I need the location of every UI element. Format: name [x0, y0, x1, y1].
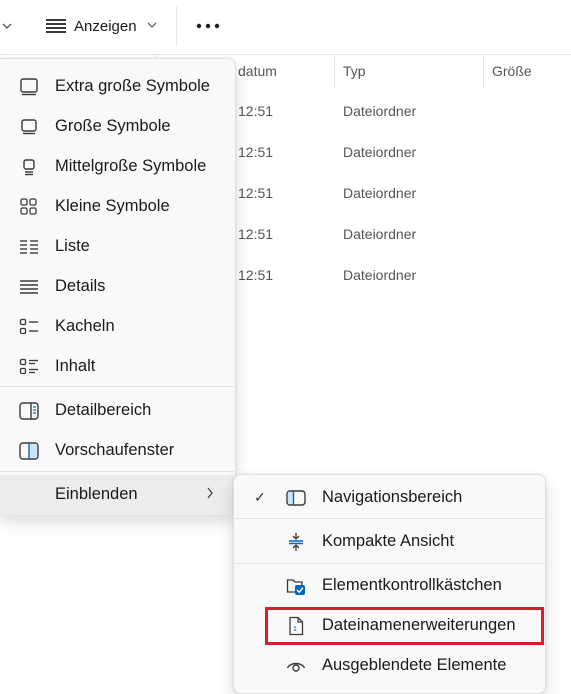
submenu-item-label: Ausgeblendete Elemente — [322, 656, 507, 674]
checkmark-icon: ✓ — [254, 489, 266, 505]
toolbar-divider — [176, 6, 177, 46]
menu-item-medium-icons[interactable]: Mittelgroße Symbole — [0, 147, 234, 187]
menu-divider — [0, 471, 234, 472]
tiles-icon — [19, 318, 39, 336]
column-header-size[interactable]: Größe — [485, 54, 571, 88]
submenu-item-item-checkboxes[interactable]: Elementkontrollkästchen — [234, 565, 545, 607]
column-header-size-label: Größe — [492, 63, 532, 79]
menu-item-label: Details — [55, 277, 106, 295]
submenu-item-hidden-items[interactable]: Ausgeblendete Elemente — [234, 645, 545, 687]
submenu-item-label: Elementkontrollkästchen — [322, 576, 502, 594]
menu-divider — [0, 386, 234, 387]
column-header-type[interactable]: Typ — [336, 54, 484, 88]
more-dots-icon — [196, 23, 220, 29]
show-submenu: ✓ Navigationsbereich Kompakte Ansicht El… — [233, 474, 546, 694]
menu-item-show[interactable]: Einblenden — [0, 475, 234, 515]
file-row[interactable]: 12:51 Dateiordner — [236, 133, 571, 174]
file-type: Dateiordner — [343, 267, 417, 283]
menu-item-extra-large-icons[interactable]: Extra große Symbole — [0, 67, 234, 107]
view-button-label: Anzeigen — [74, 17, 137, 35]
menu-item-preview-pane[interactable]: Vorschaufenster — [0, 431, 234, 471]
content-icon — [19, 358, 39, 376]
menu-item-small-icons[interactable]: Kleine Symbole — [0, 187, 234, 227]
menu-item-tiles[interactable]: Kacheln — [0, 307, 234, 347]
file-modified-time: 12:51 — [238, 103, 274, 119]
list-icon — [19, 238, 39, 256]
file-modified-time: 12:51 — [238, 226, 274, 242]
menu-item-label: Liste — [55, 237, 90, 255]
menu-item-content[interactable]: Inhalt — [0, 347, 234, 387]
menu-item-label: Vorschaufenster — [55, 441, 175, 459]
column-header-date[interactable]: datum — [231, 54, 335, 88]
submenu-item-label: Navigationsbereich — [322, 488, 463, 506]
menu-item-label: Mittelgroße Symbole — [55, 157, 207, 175]
menu-item-list[interactable]: Liste — [0, 227, 234, 267]
chevron-down-icon[interactable] — [2, 19, 12, 33]
menu-item-label: Inhalt — [55, 357, 96, 375]
navigation-pane-icon — [286, 488, 306, 508]
file-modified-time: 12:51 — [238, 144, 274, 160]
submenu-item-navigation-pane[interactable]: ✓ Navigationsbereich — [234, 477, 545, 519]
column-header-type-label: Typ — [343, 63, 366, 79]
hidden-items-eye-icon — [286, 656, 306, 676]
more-options-button[interactable] — [190, 12, 226, 40]
command-bar: Anzeigen — [0, 0, 571, 55]
file-modified-time: 12:51 — [238, 267, 274, 283]
menu-item-details[interactable]: Details — [0, 267, 234, 307]
details-icon — [19, 278, 39, 296]
monitor-small-icon — [19, 158, 39, 176]
file-type: Dateiordner — [343, 185, 417, 201]
preview-pane-icon — [19, 442, 39, 460]
menu-item-large-icons[interactable]: Große Symbole — [0, 107, 234, 147]
menu-divider — [234, 563, 545, 564]
file-row[interactable]: 12:51 Dateiordner — [236, 92, 571, 133]
menu-item-label: Kacheln — [55, 317, 115, 335]
file-modified-time: 12:51 — [238, 185, 274, 201]
menu-divider — [234, 518, 545, 519]
menu-item-label: Einblenden — [55, 485, 138, 503]
menu-item-label: Detailbereich — [55, 401, 152, 419]
submenu-item-label: Kompakte Ansicht — [322, 532, 455, 550]
checkbox-folder-icon — [286, 576, 306, 596]
column-header-date-label: datum — [238, 63, 277, 79]
file-type: Dateiordner — [343, 144, 417, 160]
file-type: Dateiordner — [343, 226, 417, 242]
chevron-down-icon — [147, 21, 157, 32]
file-row[interactable]: 12:51 Dateiordner — [236, 174, 571, 215]
highlight-annotation-box — [265, 607, 544, 645]
view-list-icon — [46, 18, 66, 34]
compact-view-icon — [286, 532, 306, 552]
view-button[interactable]: Anzeigen — [36, 8, 167, 44]
monitor-icon — [19, 118, 39, 136]
menu-item-label: Kleine Symbole — [55, 197, 170, 215]
chevron-right-icon — [206, 487, 214, 502]
menu-item-label: Große Symbole — [55, 117, 171, 135]
menu-item-details-pane[interactable]: Detailbereich — [0, 391, 234, 431]
monitor-large-icon — [19, 78, 39, 96]
submenu-item-compact-view[interactable]: Kompakte Ansicht — [234, 521, 545, 563]
menu-item-label: Extra große Symbole — [55, 77, 210, 95]
file-type: Dateiordner — [343, 103, 417, 119]
file-row[interactable]: 12:51 Dateiordner — [236, 256, 571, 297]
grid-icon — [19, 198, 39, 216]
details-pane-icon — [19, 402, 39, 420]
file-row[interactable]: 12:51 Dateiordner — [236, 215, 571, 256]
view-menu: Extra große Symbole Große Symbole Mittel… — [0, 58, 236, 515]
